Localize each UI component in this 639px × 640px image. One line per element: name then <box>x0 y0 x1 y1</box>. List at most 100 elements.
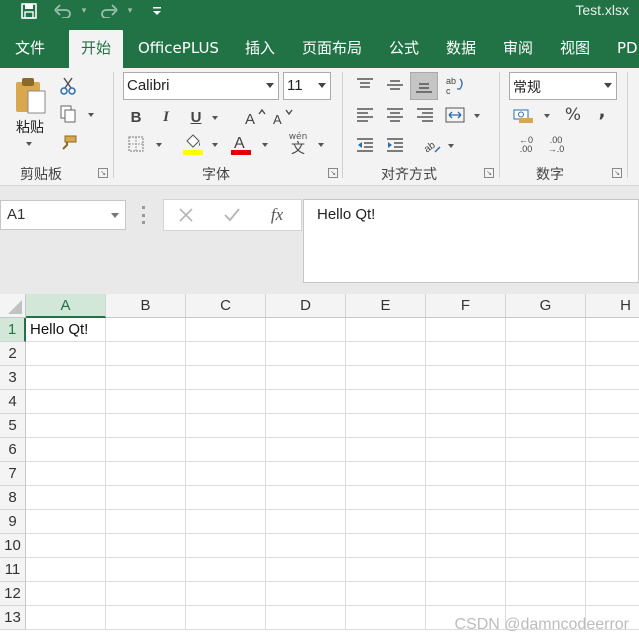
cell-g3[interactable] <box>506 366 586 390</box>
row-header-9[interactable]: 9 <box>0 510 26 534</box>
cell-a10[interactable] <box>26 534 106 558</box>
cell-a9[interactable] <box>26 510 106 534</box>
row-header-7[interactable]: 7 <box>0 462 26 486</box>
column-header-d[interactable]: D <box>266 294 346 318</box>
cell-c11[interactable] <box>186 558 266 582</box>
cell-h12[interactable] <box>586 582 639 606</box>
align-bottom-icon[interactable] <box>410 72 438 100</box>
cell-e5[interactable] <box>346 414 426 438</box>
cell-c13[interactable] <box>186 606 266 630</box>
row-header-10[interactable]: 10 <box>0 534 26 558</box>
comma-style-button[interactable]: , <box>594 100 610 122</box>
cell-d7[interactable] <box>266 462 346 486</box>
cell-c3[interactable] <box>186 366 266 390</box>
orientation-icon[interactable]: ab <box>420 134 442 156</box>
phonetic-guide-icon[interactable]: wén 文 <box>286 132 310 156</box>
name-box[interactable]: A1 <box>0 200 126 230</box>
redo-icon[interactable] <box>98 0 120 22</box>
redo-dropdown-icon[interactable]: ▾ <box>124 0 136 22</box>
increase-font-size-icon[interactable]: A <box>244 106 266 128</box>
cell-g11[interactable] <box>506 558 586 582</box>
cell-f1[interactable] <box>426 318 506 342</box>
cell-c1[interactable] <box>186 318 266 342</box>
cell-c8[interactable] <box>186 486 266 510</box>
insert-function-icon[interactable]: fx <box>264 203 290 227</box>
cell-f5[interactable] <box>426 414 506 438</box>
select-all-button[interactable] <box>0 294 26 318</box>
clipboard-launcher-icon[interactable]: ↘ <box>98 168 108 178</box>
cell-c5[interactable] <box>186 414 266 438</box>
cell-a4[interactable] <box>26 390 106 414</box>
cell-g4[interactable] <box>506 390 586 414</box>
cell-b3[interactable] <box>106 366 186 390</box>
tab-pdf[interactable]: PDF <box>617 30 639 68</box>
paste-dropdown-icon[interactable] <box>26 142 32 146</box>
copy-icon[interactable] <box>58 104 78 124</box>
paste-icon[interactable] <box>12 76 48 116</box>
cell-c6[interactable] <box>186 438 266 462</box>
row-header-3[interactable]: 3 <box>0 366 26 390</box>
accounting-dropdown-icon[interactable] <box>544 114 550 118</box>
cell-d11[interactable] <box>266 558 346 582</box>
cell-h1[interactable] <box>586 318 639 342</box>
cell-a1[interactable]: Hello Qt! <box>26 318 106 342</box>
column-header-h[interactable]: H <box>586 294 639 318</box>
cut-icon[interactable] <box>58 76 78 96</box>
row-header-4[interactable]: 4 <box>0 390 26 414</box>
tab-review[interactable]: 审阅 <box>503 30 533 68</box>
copy-dropdown-icon[interactable] <box>88 113 94 117</box>
row-header-13[interactable]: 13 <box>0 606 26 630</box>
cell-b10[interactable] <box>106 534 186 558</box>
cell-f3[interactable] <box>426 366 506 390</box>
formula-bar-grip-icon[interactable] <box>142 206 146 224</box>
cell-f7[interactable] <box>426 462 506 486</box>
cell-e6[interactable] <box>346 438 426 462</box>
cell-c10[interactable] <box>186 534 266 558</box>
cell-d1[interactable] <box>266 318 346 342</box>
cell-b9[interactable] <box>106 510 186 534</box>
align-middle-icon[interactable] <box>384 74 406 96</box>
customize-qat-icon[interactable] <box>150 0 164 22</box>
row-header-5[interactable]: 5 <box>0 414 26 438</box>
tab-officeplus[interactable]: OfficePLUS <box>138 30 219 68</box>
cell-h8[interactable] <box>586 486 639 510</box>
cell-b5[interactable] <box>106 414 186 438</box>
cell-a6[interactable] <box>26 438 106 462</box>
cell-a8[interactable] <box>26 486 106 510</box>
cell-e12[interactable] <box>346 582 426 606</box>
cell-g10[interactable] <box>506 534 586 558</box>
italic-button[interactable]: I <box>156 106 176 128</box>
tab-insert[interactable]: 插入 <box>245 30 275 68</box>
cell-g12[interactable] <box>506 582 586 606</box>
column-header-b[interactable]: B <box>106 294 186 318</box>
cell-a5[interactable] <box>26 414 106 438</box>
cell-b4[interactable] <box>106 390 186 414</box>
cell-b13[interactable] <box>106 606 186 630</box>
cell-e4[interactable] <box>346 390 426 414</box>
merge-center-icon[interactable] <box>444 104 466 126</box>
cell-e8[interactable] <box>346 486 426 510</box>
alignment-launcher-icon[interactable]: ↘ <box>484 168 494 178</box>
tab-file[interactable]: 文件 <box>15 30 45 68</box>
save-icon[interactable] <box>18 0 40 22</box>
number-launcher-icon[interactable]: ↘ <box>612 168 622 178</box>
cell-f6[interactable] <box>426 438 506 462</box>
font-color-dropdown-icon[interactable] <box>262 143 268 147</box>
percent-style-button[interactable]: % <box>562 104 584 126</box>
column-header-a[interactable]: A <box>26 294 106 318</box>
cell-f10[interactable] <box>426 534 506 558</box>
tab-view[interactable]: 视图 <box>560 30 590 68</box>
increase-indent-icon[interactable] <box>384 134 406 156</box>
cell-c4[interactable] <box>186 390 266 414</box>
column-header-f[interactable]: F <box>426 294 506 318</box>
underline-button[interactable]: U <box>186 106 206 128</box>
row-header-8[interactable]: 8 <box>0 486 26 510</box>
number-format-select[interactable]: 常规 <box>509 72 617 100</box>
cell-d3[interactable] <box>266 366 346 390</box>
cell-e3[interactable] <box>346 366 426 390</box>
merge-dropdown-icon[interactable] <box>474 114 480 118</box>
align-right-icon[interactable] <box>414 104 436 126</box>
decrease-font-size-icon[interactable]: A <box>272 106 294 128</box>
row-header-6[interactable]: 6 <box>0 438 26 462</box>
cell-b12[interactable] <box>106 582 186 606</box>
